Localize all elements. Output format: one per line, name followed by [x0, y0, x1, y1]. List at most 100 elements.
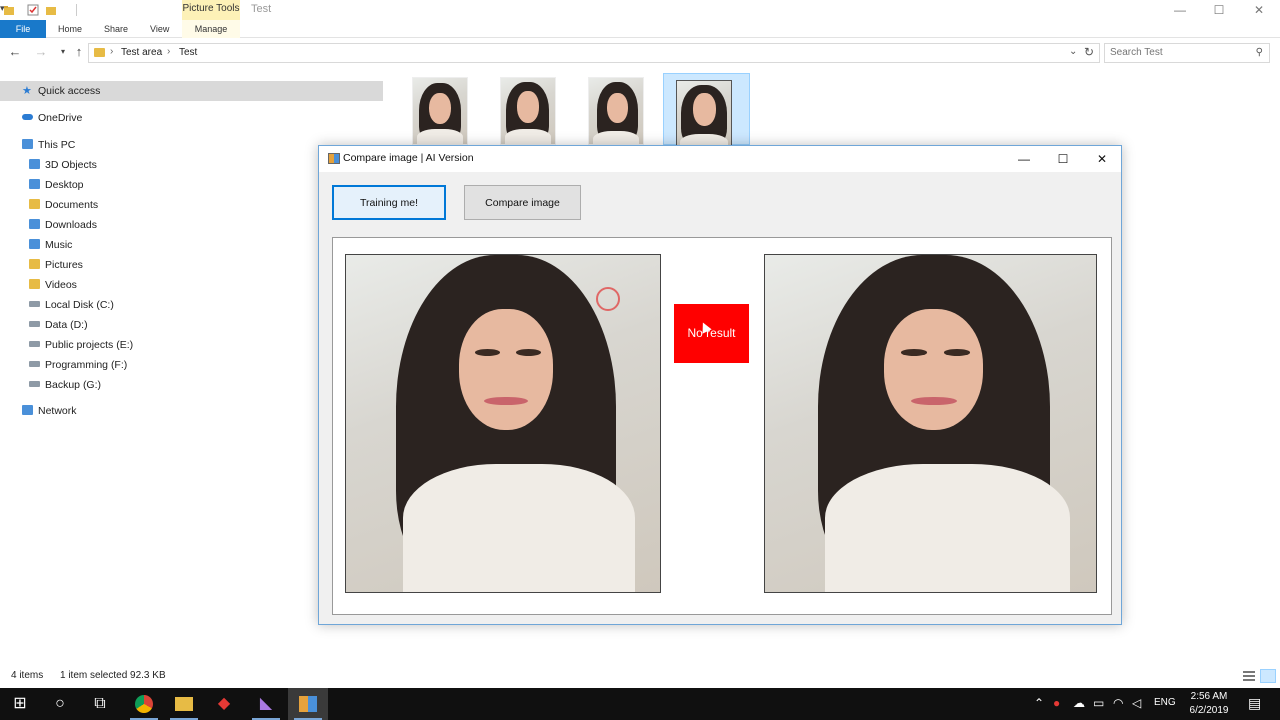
nav-label: Data (D:) — [45, 319, 88, 331]
network-icon — [22, 405, 33, 416]
nav-onedrive[interactable]: OneDrive — [22, 108, 82, 128]
documents-icon — [29, 199, 40, 210]
nav-3d-objects[interactable]: 3D Objects — [29, 155, 97, 175]
drive-icon — [29, 381, 40, 388]
compare-image-button[interactable]: Compare image — [464, 185, 581, 220]
address-toolbar: ← → ▾ ↑ › Test area › Test ⌄ ↻ ⚲ — [0, 42, 1280, 64]
nav-label: Pictures — [45, 259, 83, 271]
result-label: No result — [674, 304, 749, 363]
comparison-image[interactable] — [764, 254, 1097, 593]
search-box[interactable]: ⚲ — [1104, 43, 1270, 63]
cloud-icon — [22, 114, 33, 121]
nav-label: Local Disk (C:) — [45, 299, 114, 311]
search-input[interactable] — [1110, 47, 1250, 58]
nav-programming-f[interactable]: Programming (F:) — [29, 355, 127, 375]
breadcrumb-chevron-icon[interactable]: › — [167, 46, 170, 57]
nav-quick-access[interactable]: ★ Quick access — [0, 81, 383, 101]
nav-label: 3D Objects — [45, 159, 97, 171]
nav-pictures[interactable]: Pictures — [29, 255, 83, 275]
breadcrumb-chevron-icon[interactable]: › — [110, 46, 113, 57]
large-icons-view-icon[interactable] — [1260, 669, 1276, 683]
ribbon-tabs: File Home Share View Manage — [0, 20, 1280, 38]
tab-file[interactable]: File — [0, 20, 46, 38]
details-view-icon[interactable] — [1242, 670, 1256, 682]
nav-backup-g[interactable]: Backup (G:) — [29, 375, 101, 395]
nav-network[interactable]: Network — [22, 401, 77, 421]
taskbar: ⊞ ○ ⧉ ◆ ◣ ⌃ ● ☁ ▭ ◠ ◁ ENG 2:56 AM 6/2/20… — [0, 688, 1280, 720]
nav-label: Desktop — [45, 179, 84, 191]
dialog-titlebar[interactable]: Compare image | AI Version — ☐ ✕ — [319, 146, 1121, 172]
folder-icon — [94, 48, 105, 57]
nav-local-disk-c[interactable]: Local Disk (C:) — [29, 295, 114, 315]
image-file-thumbnail[interactable] — [500, 77, 556, 145]
cortana-search-icon[interactable]: ○ — [40, 688, 80, 720]
record-icon[interactable]: ● — [1053, 696, 1060, 710]
dialog-title: Compare image | AI Version — [343, 152, 474, 164]
music-icon — [29, 239, 40, 250]
training-button[interactable]: Training me! — [332, 185, 446, 220]
explorer-close-button[interactable]: ✕ — [1236, 0, 1280, 20]
nav-downloads[interactable]: Downloads — [29, 215, 97, 235]
nav-music[interactable]: Music — [29, 235, 72, 255]
visual-studio-icon[interactable]: ◣ — [246, 688, 286, 720]
image-file-thumbnail-selected[interactable] — [676, 80, 732, 148]
tab-share[interactable]: Share — [104, 20, 128, 38]
drive-icon — [29, 341, 40, 348]
show-hidden-icons-chevron-icon[interactable]: ⌃ — [1034, 696, 1044, 710]
image-comparison-panel: No result — [332, 237, 1112, 615]
clock-time: 2:56 AM — [1190, 691, 1228, 702]
nav-this-pc[interactable]: This PC — [22, 135, 75, 155]
breadcrumb-test-area[interactable]: Test area — [121, 47, 162, 58]
nav-label: Network — [38, 405, 77, 417]
chrome-icon[interactable] — [124, 688, 164, 720]
input-language[interactable]: ENG — [1154, 697, 1176, 708]
nav-documents[interactable]: Documents — [29, 195, 98, 215]
volume-icon[interactable]: ◁ — [1132, 696, 1141, 710]
file-explorer-icon[interactable] — [164, 688, 204, 720]
windows-start-icon[interactable]: ⊞ — [0, 688, 40, 720]
back-arrow-icon[interactable]: ← — [6, 43, 24, 61]
nav-public-projects-e[interactable]: Public projects (E:) — [29, 335, 133, 355]
refresh-icon[interactable]: ↻ — [1084, 45, 1094, 59]
tab-home[interactable]: Home — [58, 20, 82, 38]
item-count: 4 items — [11, 670, 44, 681]
click-indicator-icon — [596, 287, 620, 311]
pictures-icon — [29, 259, 40, 270]
dialog-minimize-button[interactable]: — — [1004, 146, 1044, 172]
tab-view[interactable]: View — [150, 20, 169, 38]
qat-divider — [76, 4, 77, 16]
notification-center-icon[interactable]: ▤ — [1248, 695, 1261, 712]
nav-data-d[interactable]: Data (D:) — [29, 315, 88, 335]
cloud-icon[interactable]: ☁ — [1073, 696, 1085, 710]
nav-label: Downloads — [45, 219, 97, 231]
wifi-icon[interactable]: ◠ — [1113, 696, 1123, 710]
properties-icon[interactable] — [27, 4, 39, 16]
star-icon: ★ — [22, 85, 32, 97]
picture-tools-header: Picture Tools — [182, 0, 240, 20]
3d-objects-icon — [29, 159, 40, 170]
dialog-maximize-button[interactable]: ☐ — [1043, 146, 1083, 172]
nav-desktop[interactable]: Desktop — [29, 175, 84, 195]
clock[interactable]: 2:56 AM 6/2/2019 — [1178, 688, 1240, 720]
image-file-thumbnail[interactable] — [588, 77, 644, 145]
videos-icon — [29, 279, 40, 290]
forward-arrow-icon[interactable]: → — [32, 43, 50, 61]
nav-label: Videos — [45, 279, 77, 291]
battery-icon[interactable]: ▭ — [1093, 696, 1104, 710]
app-icon[interactable]: ◆ — [204, 688, 244, 720]
up-arrow-icon[interactable]: ↑ — [70, 43, 88, 61]
system-tray: ⌃ ● ☁ ▭ ◠ ◁ ENG 2:56 AM 6/2/2019 ▤ — [1030, 688, 1280, 720]
task-view-icon[interactable]: ⧉ — [80, 688, 120, 720]
new-folder-icon[interactable] — [45, 4, 57, 16]
breadcrumb-test[interactable]: Test — [179, 47, 197, 58]
address-bar[interactable]: › Test area › Test ⌄ ↻ — [88, 43, 1100, 63]
dialog-close-button[interactable]: ✕ — [1082, 146, 1122, 172]
downloads-icon — [29, 219, 40, 230]
compare-image-app-icon[interactable] — [288, 688, 328, 720]
address-dropdown-icon[interactable]: ⌄ — [1069, 46, 1077, 57]
nav-videos[interactable]: Videos — [29, 275, 77, 295]
search-icon[interactable]: ⚲ — [1256, 47, 1263, 58]
image-file-thumbnail[interactable] — [412, 77, 468, 145]
explorer-window-title: Test — [251, 3, 272, 15]
tab-manage[interactable]: Manage — [182, 20, 240, 38]
